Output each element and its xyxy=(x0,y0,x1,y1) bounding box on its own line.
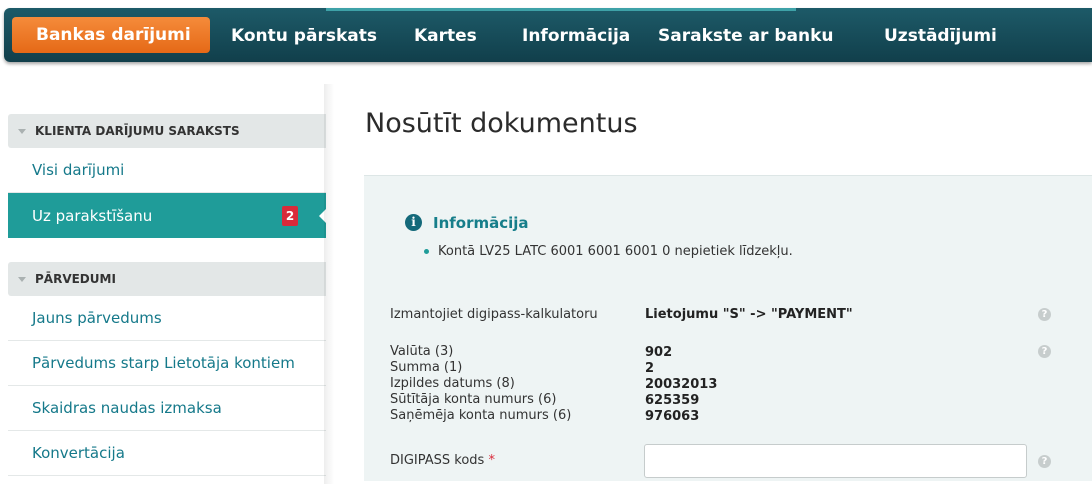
digipass-instruction-label: Izmantojiet digipass-kalkulatoru xyxy=(390,307,598,322)
field-value-amount: 2 xyxy=(645,361,655,376)
main-navigation: Bankas darījumi Kontu pārskats Kartes In… xyxy=(4,8,1092,62)
nav-tab-settings[interactable]: Uzstādījumi xyxy=(884,26,997,46)
digipass-code-label-text: DIGIPASS kods xyxy=(390,453,485,468)
field-label-sender-account: Sūtītāja konta numurs (6) xyxy=(390,392,557,407)
digipass-mode-value: Lietojumu "S" -> "PAYMENT" xyxy=(645,307,853,322)
nav-tab-cards[interactable]: Kartes xyxy=(414,26,477,46)
nav-tab-account-overview[interactable]: Kontu pārskats xyxy=(231,26,377,46)
sidebar-item-new-transfer[interactable]: Jauns pārvedums xyxy=(8,296,326,341)
info-message-text: Kontā LV25 LATC 6001 6001 6001 0 nepieti… xyxy=(438,244,793,259)
sidebar-section-title: KLIENTA DARĪJUMU SARAKSTS xyxy=(35,124,240,138)
sidebar-item-label: Konvertācija xyxy=(32,444,125,462)
nav-tab-bank-transactions[interactable]: Bankas darījumi xyxy=(12,17,210,53)
count-badge: 2 xyxy=(282,206,298,226)
sidebar-item-label: Jauns pārvedums xyxy=(32,309,162,327)
sidebar-section-transfers[interactable]: PĀRVEDUMI xyxy=(8,262,326,296)
sidebar-item-cash-withdrawal[interactable]: Skaidras naudas izmaksa xyxy=(8,386,326,431)
info-title: Informācija xyxy=(433,214,529,232)
field-value-currency: 902 xyxy=(645,345,673,360)
info-icon: i xyxy=(405,214,422,231)
help-icon[interactable]: ? xyxy=(1038,308,1051,321)
sidebar-item-all-transactions[interactable]: Visi darījumi xyxy=(8,148,326,193)
sidebar-shadow-divider xyxy=(324,84,334,484)
digipass-code-label: DIGIPASS kods * xyxy=(390,453,495,468)
required-asterisk: * xyxy=(488,453,495,468)
help-icon[interactable]: ? xyxy=(1038,455,1051,468)
field-label-amount: Summa (1) xyxy=(390,360,463,375)
sidebar-item-label: Pārvedums starp Lietotāja kontiem xyxy=(32,354,295,372)
field-label-execution-date: Izpildes datums (8) xyxy=(390,376,515,391)
sidebar-item-label: Skaidras naudas izmaksa xyxy=(32,399,222,417)
nav-highlight-line xyxy=(326,8,796,11)
help-icon[interactable]: ? xyxy=(1038,345,1051,358)
bullet-dot-icon xyxy=(424,249,429,254)
sidebar-item-to-sign[interactable]: Uz parakstīšanu 2 xyxy=(8,193,327,238)
info-message: Kontā LV25 LATC 6001 6001 6001 0 nepieti… xyxy=(424,244,793,259)
sidebar: KLIENTA DARĪJUMU SARAKSTS Visi darījumi … xyxy=(8,114,327,476)
sidebar-section-client-transactions[interactable]: KLIENTA DARĪJUMU SARAKSTS xyxy=(8,114,326,148)
field-label-recipient-account: Saņēmēja konta numurs (6) xyxy=(390,408,572,423)
field-value-sender-account: 625359 xyxy=(645,393,700,408)
sidebar-item-label: Uz parakstīšanu xyxy=(32,206,153,225)
page-title: Nosūtīt dokumentus xyxy=(365,108,638,139)
digipass-code-input[interactable] xyxy=(644,444,1027,478)
nav-tab-information[interactable]: Informācija xyxy=(522,26,630,46)
nav-tab-correspondence[interactable]: Sarakste ar banku xyxy=(658,26,834,46)
sidebar-item-own-accounts-transfer[interactable]: Pārvedums starp Lietotāja kontiem xyxy=(8,341,326,386)
field-value-execution-date: 20032013 xyxy=(645,377,718,392)
collapse-triangle-icon xyxy=(18,128,26,134)
field-value-recipient-account: 976063 xyxy=(645,409,700,424)
sidebar-section-title: PĀRVEDUMI xyxy=(35,272,116,286)
sidebar-item-label: Visi darījumi xyxy=(32,161,125,179)
top-bar: Bankas darījumi Kontu pārskats Kartes In… xyxy=(0,0,1092,62)
field-label-currency: Valūta (3) xyxy=(390,344,454,359)
collapse-triangle-icon xyxy=(18,276,26,282)
sidebar-item-conversion[interactable]: Konvertācija xyxy=(8,431,326,476)
